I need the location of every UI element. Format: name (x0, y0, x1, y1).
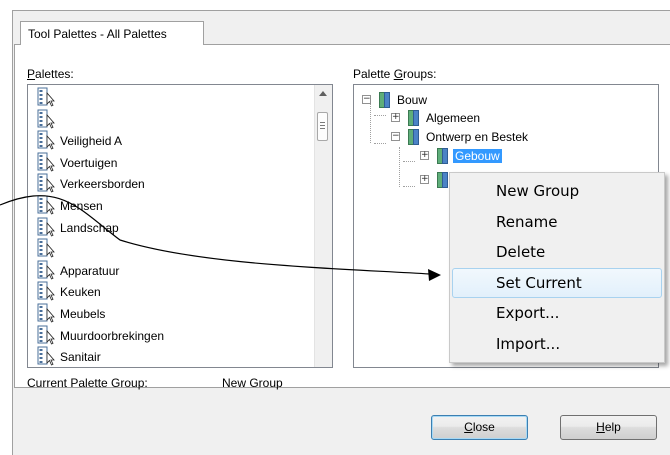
context-menu-item-export[interactable]: Export... (452, 298, 662, 328)
context-menu-item-new-group[interactable]: New Group (452, 176, 662, 206)
tool-palette-icon (36, 152, 56, 175)
palette-list-item[interactable]: Sanitair (36, 346, 306, 367)
tree-node-label: Algemeen (426, 111, 481, 125)
help-button[interactable]: Help (560, 415, 657, 440)
palette-list-item[interactable]: Muurdoorbrekingen (36, 325, 306, 345)
tool-palette-icon (36, 173, 56, 196)
context-menu: New Group Rename Delete Set Current Export..… (449, 172, 665, 363)
tool-palette-icon (36, 130, 56, 153)
palettes-listbox[interactable]: Veiligheid A Voertuigen Verkeersborden Mens… (27, 84, 333, 368)
palette-item-label: Voertuigen (60, 155, 118, 170)
tree-node-label: Ontwerp en Bestek (426, 130, 529, 144)
tree-node-label: Bouw (397, 93, 428, 107)
context-menu-item-delete[interactable]: Delete (452, 237, 662, 267)
palette-item-label: Sanitair (60, 350, 101, 365)
palette-list-item[interactable]: Mensen (36, 195, 306, 215)
palette-list-item[interactable] (36, 109, 306, 129)
context-menu-item-import[interactable]: Import... (452, 329, 662, 359)
tool-palette-icon (36, 260, 56, 283)
tool-palette-icon (36, 238, 56, 261)
palette-group-icon (408, 129, 419, 145)
tool-palette-icon (36, 109, 56, 132)
palette-list-item[interactable]: Keuken (36, 281, 306, 301)
expand-icon[interactable]: + (420, 175, 429, 184)
tool-palette-icon (36, 217, 56, 240)
palette-list-item[interactable]: Apparatuur (36, 260, 306, 280)
collapse-icon[interactable]: − (362, 95, 371, 104)
palette-list-item[interactable]: Landschap (36, 217, 306, 237)
palette-list-item[interactable]: Voertuigen (36, 152, 306, 172)
tab-all-palettes[interactable]: Tool Palettes - All Palettes (20, 21, 204, 45)
tool-palette-icon (36, 195, 56, 218)
palette-list-item[interactable]: Meubels (36, 303, 306, 323)
scroll-thumb[interactable] (317, 112, 328, 141)
current-palette-group-label: Current Palette Group: (27, 376, 148, 390)
palette-list-item[interactable]: Veiligheid A (36, 130, 306, 150)
palette-group-icon (408, 110, 419, 126)
tree-node-label: Gebouw (453, 149, 502, 163)
palette-item-label: Muurdoorbrekingen (60, 328, 165, 343)
palette-list-item[interactable] (36, 87, 306, 107)
palette-item-label: Apparatuur (60, 263, 120, 278)
palette-item-label: Landschap (60, 220, 119, 235)
palette-item-label: Keuken (60, 285, 101, 300)
expand-icon[interactable]: + (420, 151, 429, 160)
scroll-up-arrow-icon[interactable] (319, 91, 327, 96)
palette-item-label: Mensen (60, 199, 103, 213)
context-menu-item-set-current[interactable]: Set Current (452, 267, 662, 298)
palettes-scrollbar[interactable] (314, 85, 332, 367)
palettes-label: Palettes: (27, 67, 74, 81)
palette-item-label: Meubels (60, 307, 106, 321)
palette-item-label: Verkeersborden (60, 177, 145, 192)
tool-palette-icon (36, 346, 56, 367)
context-menu-item-rename[interactable]: Rename (452, 207, 662, 237)
palette-group-icon (437, 148, 448, 164)
palette-item-label: Veiligheid A (60, 134, 123, 149)
tool-palette-icon (36, 87, 56, 110)
palette-group-icon (437, 172, 448, 188)
tool-palette-icon (36, 281, 56, 304)
tool-palette-icon (36, 303, 56, 326)
tool-palette-icon (36, 325, 56, 348)
close-button[interactable]: Close (431, 415, 528, 440)
collapse-icon[interactable]: − (391, 132, 400, 141)
palette-group-icon (379, 92, 390, 108)
palette-list-item[interactable]: Verkeersborden (36, 173, 306, 193)
current-palette-group-value: New Group (222, 376, 283, 390)
palette-list-item[interactable] (36, 238, 306, 258)
palette-groups-label: Palette Groups: (353, 67, 437, 81)
expand-icon[interactable]: + (391, 113, 400, 122)
